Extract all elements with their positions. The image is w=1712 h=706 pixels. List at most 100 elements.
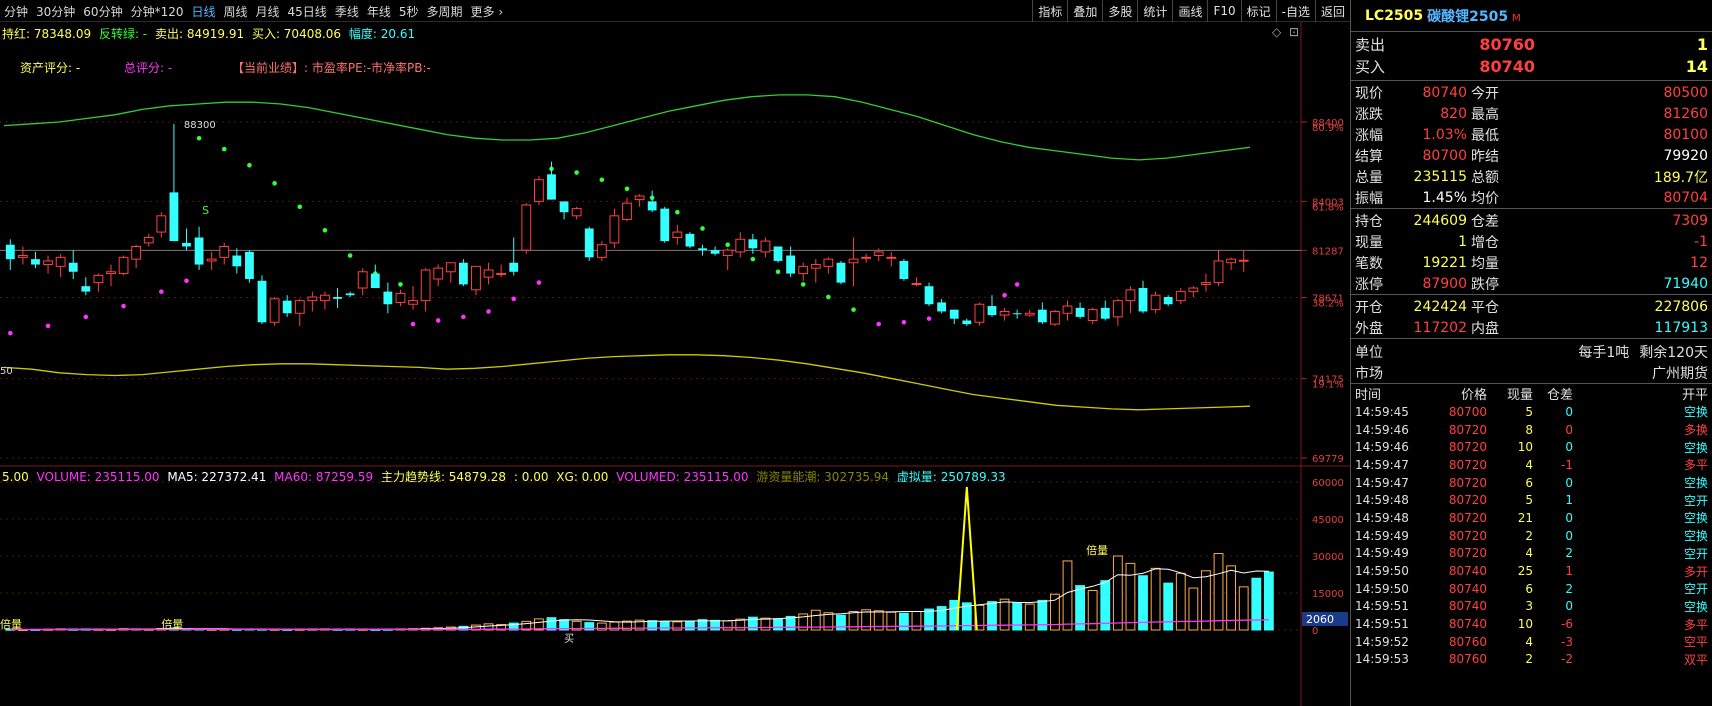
- tool-button-4[interactable]: 画线: [1172, 0, 1207, 22]
- period-tab-0[interactable]: 分钟: [0, 3, 32, 20]
- bid-row[interactable]: 买入 80740 14: [1351, 55, 1712, 77]
- candle-body-down: [282, 300, 292, 314]
- tick-cell: 14:59:53: [1355, 652, 1409, 667]
- tick-row[interactable]: 14:59:50 80740 25 1 多开: [1351, 562, 1712, 580]
- sar-dot-green: [297, 204, 303, 210]
- candle-body-up: [571, 208, 582, 217]
- candle-body-down: [924, 286, 934, 305]
- quote-block-2: 持仓 244609 仓差 7309 现量 1 增仓 -1 笔数 19221 均量 12 涨停 87900 跌…: [1351, 209, 1712, 294]
- tool-button-8[interactable]: 返回: [1314, 0, 1350, 22]
- period-tab-9[interactable]: 年线: [363, 3, 395, 20]
- tick-row[interactable]: 14:59:49 80720 2 0 空换: [1351, 527, 1712, 545]
- sar-dot-magenta: [901, 319, 907, 325]
- period-tab-5[interactable]: 周线: [220, 3, 252, 20]
- position-label: 笔数: [1355, 255, 1383, 272]
- kline-chart-area[interactable]: 持红: 78348.09 反转绿: - 卖出: 84919.91 买入: 704…: [0, 22, 1350, 706]
- tick-cell: 4: [1525, 457, 1533, 472]
- candle-body-down: [257, 280, 267, 323]
- tick-cell: 4: [1525, 546, 1533, 561]
- period-tab-10[interactable]: 5秒: [395, 3, 423, 20]
- tick-cell: 80740: [1448, 581, 1487, 596]
- candle-body-up: [873, 251, 884, 257]
- candle-body-up: [735, 238, 746, 253]
- tick-cell: 80740: [1448, 564, 1487, 579]
- ask-label: 卖出: [1355, 35, 1386, 54]
- tick-list[interactable]: 14:59:45 80700 5 0 空换 14:59:46 80720 8 0 多换 14:59:…: [1351, 403, 1712, 668]
- tick-row[interactable]: 14:59:47 80720 4 -1 多平: [1351, 456, 1712, 474]
- tick-cell: 2: [1525, 652, 1533, 667]
- tick-cell: -3: [1561, 634, 1573, 649]
- tick-cell: 3: [1525, 599, 1533, 614]
- period-tab-12[interactable]: 更多 ›: [467, 3, 508, 20]
- sar-dot-green: [750, 256, 756, 262]
- tick-cell: 10: [1517, 617, 1533, 632]
- period-tab-1[interactable]: 30分钟: [32, 3, 79, 20]
- tick-cell: 空平: [1683, 635, 1708, 650]
- flow-label: 开仓: [1355, 299, 1383, 316]
- tick-row[interactable]: 14:59:51 80740 3 0 空换: [1351, 598, 1712, 616]
- tick-row[interactable]: 14:59:48 80720 5 1 空开: [1351, 491, 1712, 509]
- contract-name: 碳酸锂2505: [1427, 8, 1509, 25]
- tool-button-2[interactable]: 多股: [1102, 0, 1137, 22]
- flow-label: 平仓: [1471, 299, 1499, 316]
- tick-cell: 多平: [1683, 617, 1708, 632]
- tick-cell: 25: [1517, 564, 1533, 579]
- tick-cell: 14:59:46: [1355, 440, 1409, 455]
- tick-row[interactable]: 14:59:50 80740 6 2 空开: [1351, 580, 1712, 598]
- sar-dot-green: [775, 269, 781, 275]
- flow-value: 242424: [1413, 298, 1467, 315]
- tick-cell: 0: [1565, 528, 1573, 543]
- tick-row[interactable]: 14:59:51 80740 10 -6 多平: [1351, 615, 1712, 633]
- tool-button-0[interactable]: 指标: [1032, 0, 1067, 22]
- period-tab-3[interactable]: 分钟*120: [127, 3, 188, 20]
- tick-cell: 80720: [1448, 475, 1487, 490]
- candle-body-down: [773, 246, 783, 261]
- sar-dot-green: [624, 186, 630, 192]
- candle-body-down: [333, 297, 342, 299]
- period-tab-7[interactable]: 45日线: [284, 3, 331, 20]
- candle-body-down: [68, 262, 78, 272]
- sar-dot-magenta: [410, 321, 416, 327]
- period-tab-11[interactable]: 多周期: [422, 3, 466, 20]
- tool-button-1[interactable]: 叠加: [1067, 0, 1102, 22]
- period-tab-6[interactable]: 月线: [252, 3, 284, 20]
- candle-body-down: [584, 228, 594, 258]
- tick-cell: 0: [1565, 440, 1573, 455]
- quote-label: 今开: [1471, 85, 1499, 102]
- period-tab-4[interactable]: 日线: [187, 3, 219, 20]
- tick-row[interactable]: 14:59:52 80760 4 -3 空平: [1351, 633, 1712, 651]
- tick-row[interactable]: 14:59:46 80720 10 0 空换: [1351, 438, 1712, 456]
- tick-header-cell: 时间: [1355, 388, 1382, 403]
- tool-button-7[interactable]: -自选: [1275, 0, 1315, 22]
- period-tab-8[interactable]: 季线: [331, 3, 363, 20]
- tick-row[interactable]: 14:59:48 80720 21 0 空换: [1351, 509, 1712, 527]
- tool-button-6[interactable]: 标记: [1240, 0, 1276, 22]
- tick-row[interactable]: 14:59:49 80720 4 2 空开: [1351, 545, 1712, 563]
- tick-row[interactable]: 14:59:47 80720 6 0 空换: [1351, 474, 1712, 492]
- position-label: 均量: [1471, 255, 1499, 272]
- tick-cell: 80720: [1448, 440, 1487, 455]
- quote-label: 总量: [1355, 169, 1383, 186]
- sar-dot-green: [675, 209, 680, 215]
- volume-bar: [898, 612, 909, 631]
- position-value: 12: [1690, 254, 1708, 271]
- ask-row[interactable]: 卖出 80760 1: [1351, 33, 1712, 55]
- candle-body-up: [622, 202, 632, 220]
- tick-cell: 14:59:52: [1355, 634, 1409, 649]
- tick-row[interactable]: 14:59:46 80720 8 0 多换: [1351, 421, 1712, 439]
- quote-value: 1.45%: [1422, 189, 1467, 206]
- volume-bar: [1112, 555, 1123, 631]
- price-tick-label: 81287: [1312, 246, 1344, 257]
- position-label: 增仓: [1471, 234, 1499, 251]
- tick-cell: 多换: [1683, 423, 1708, 438]
- tool-button-3[interactable]: 统计: [1137, 0, 1172, 22]
- quote-block-1: 现价 80740 今开 80500 涨跌 820 最高 81260 涨幅 1.03% 最低 80100…: [1351, 81, 1712, 208]
- tick-cell: 双平: [1683, 652, 1708, 667]
- period-tab-2[interactable]: 60分钟: [79, 3, 126, 20]
- tick-cell: 14:59:49: [1355, 546, 1409, 561]
- candle-body-up: [131, 246, 142, 260]
- tick-row[interactable]: 14:59:45 80700 5 0 空换: [1351, 403, 1712, 421]
- pct-tick-label: 80.9%: [1312, 123, 1344, 134]
- tool-button-5[interactable]: F10: [1207, 0, 1240, 22]
- tick-row[interactable]: 14:59:53 80760 2 -2 双平: [1351, 651, 1712, 669]
